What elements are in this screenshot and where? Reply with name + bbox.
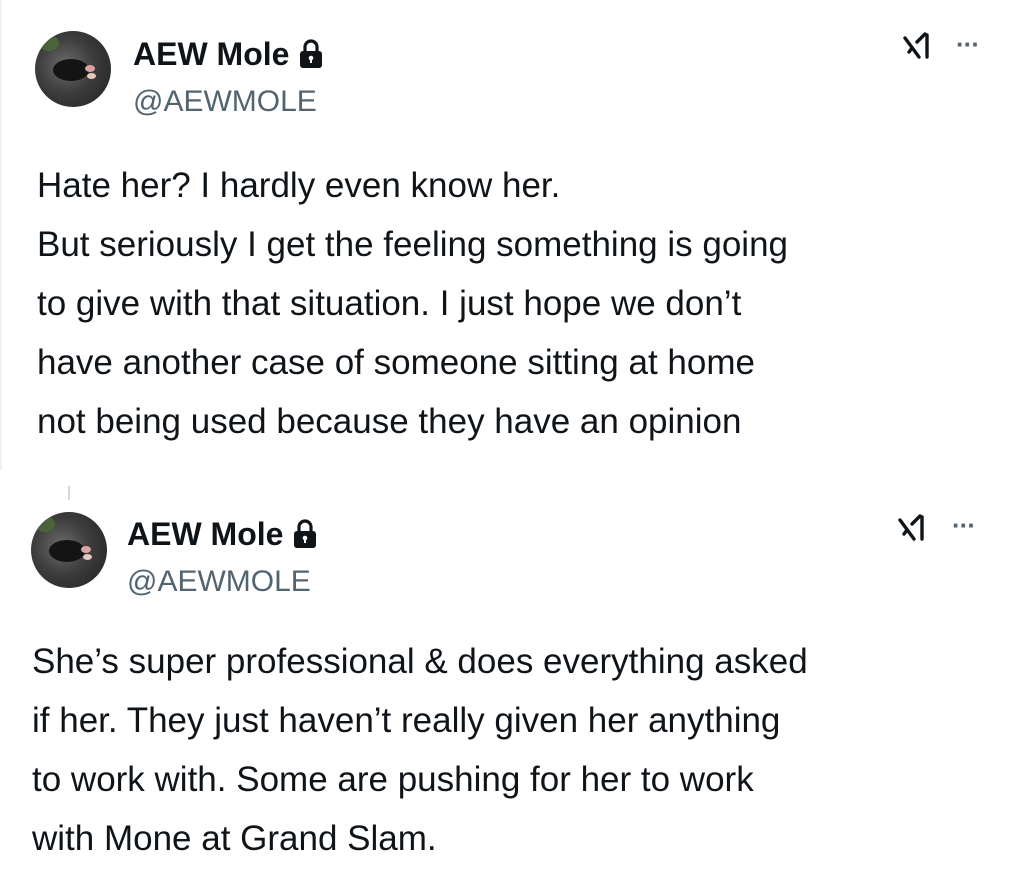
avatar-grass (35, 516, 55, 532)
display-name[interactable]: AEW Mole (127, 514, 283, 554)
avatar-mole-paw (87, 73, 96, 79)
avatar[interactable] (35, 31, 111, 107)
avatar-mole (53, 59, 89, 81)
avatar-mole-paw (83, 554, 92, 560)
lock-icon (294, 519, 317, 548)
avatar-mole-nose (81, 546, 91, 553)
tweet-card[interactable]: AEW Mole @AEWMOLE ··· Hate her? I hardly… (0, 0, 1021, 470)
avatar[interactable] (31, 512, 107, 588)
tweet-card[interactable]: AEW Mole @AEWMOLE ··· She’s super profes… (0, 470, 1021, 887)
tweet-text: She’s super professional & does everythi… (32, 642, 808, 858)
more-icon[interactable]: ··· (952, 512, 976, 538)
author-name-row: AEW Mole (133, 34, 325, 74)
display-name[interactable]: AEW Mole (133, 34, 289, 74)
author-handle[interactable]: @AEWMOLE (133, 84, 317, 120)
avatar-mole (49, 540, 85, 562)
lock-icon (300, 39, 323, 68)
avatar-grass (39, 35, 59, 51)
grok-icon[interactable] (898, 512, 930, 544)
author-handle[interactable]: @AEWMOLE (127, 564, 311, 600)
avatar-mole-nose (85, 65, 95, 72)
tweet-text: Hate her? I hardly even know her. But se… (37, 166, 788, 441)
author-name-row: AEW Mole (127, 514, 319, 554)
more-icon[interactable]: ··· (956, 31, 980, 57)
grok-icon[interactable] (903, 30, 935, 62)
